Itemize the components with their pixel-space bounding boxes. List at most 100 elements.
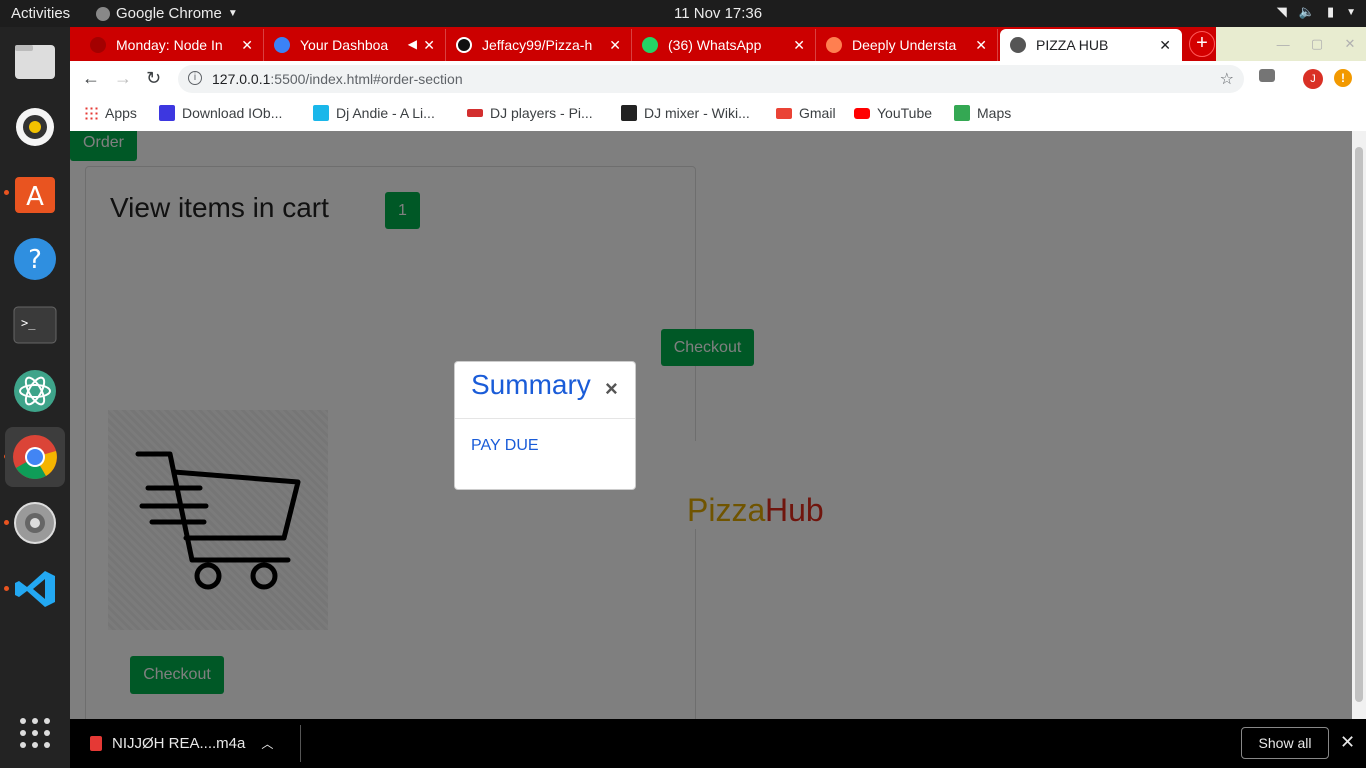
- close-icon[interactable]: ✕: [1159, 37, 1171, 54]
- chevron-down-icon: ▼: [1346, 6, 1356, 18]
- bookmark-label: Download IOb...: [182, 105, 283, 121]
- close-icon[interactable]: ✕: [793, 37, 805, 54]
- show-all-button[interactable]: Show all: [1241, 727, 1329, 759]
- camera-icon[interactable]: [1259, 69, 1275, 82]
- forward-arrow-icon[interactable]: →: [114, 68, 132, 89]
- window-controls: — ▢ ✕: [1216, 27, 1366, 61]
- apps-grid-icon: [84, 106, 98, 120]
- close-icon[interactable]: ×: [605, 376, 618, 402]
- svg-text:A: A: [26, 182, 44, 212]
- tab-github[interactable]: Jeffacy99/Pizza-h ✕: [446, 29, 632, 61]
- tab-dashboard[interactable]: Your Dashboa ◀ ✕: [264, 29, 446, 61]
- dj-icon: [467, 109, 483, 117]
- svg-text:?: ?: [28, 245, 42, 275]
- minimize-icon[interactable]: —: [1277, 37, 1290, 52]
- modal-header: Summary ×: [455, 362, 635, 419]
- pay-due-text: PAY DUE: [471, 437, 539, 454]
- reload-icon[interactable]: ↻: [146, 68, 161, 89]
- bookmark-label: Apps: [105, 105, 137, 121]
- bookmark-label: Maps: [977, 105, 1012, 121]
- tab-title: (36) WhatsApp: [668, 37, 762, 53]
- close-icon[interactable]: ✕: [975, 37, 987, 54]
- browser-toolbar: ← → ↻ i 127.0.0.1:5500/index.html#order-…: [70, 61, 1366, 97]
- address-bar[interactable]: i 127.0.0.1:5500/index.html#order-sectio…: [178, 65, 1244, 93]
- url-text: 127.0.0.1:5500/index.html#order-section: [212, 71, 463, 87]
- profile-avatar[interactable]: J: [1303, 69, 1323, 89]
- show-applications-icon[interactable]: [11, 709, 59, 757]
- vimeo-icon: [313, 105, 329, 121]
- whatsapp-favicon-icon: [642, 37, 658, 53]
- close-icon[interactable]: ✕: [241, 37, 253, 54]
- github-favicon-icon: [456, 37, 472, 53]
- close-icon[interactable]: ✕: [423, 37, 435, 54]
- tab-whatsapp[interactable]: (36) WhatsApp ✕: [632, 29, 816, 61]
- terminal-icon[interactable]: >_: [11, 301, 59, 349]
- tab-deeply[interactable]: Deeply Understa ✕: [816, 29, 998, 61]
- help-icon[interactable]: ?: [11, 235, 59, 283]
- bookmark-label: Gmail: [799, 105, 836, 121]
- bookmark-gmail[interactable]: Gmail: [776, 105, 836, 121]
- atom-icon[interactable]: [11, 367, 59, 415]
- bookmark-label: DJ players - Pi...: [490, 105, 593, 121]
- bookmark-maps[interactable]: Maps: [954, 105, 1011, 121]
- volume-icon: 🔈: [1298, 4, 1315, 19]
- dock: A ? >_: [0, 27, 70, 768]
- tab-strip: Monday: Node In ✕ Your Dashboa ◀ ✕ Jeffa…: [70, 27, 1366, 61]
- bookmark-wiki[interactable]: DJ mixer - Wiki...: [621, 105, 750, 121]
- close-window-icon[interactable]: ✕: [1344, 36, 1355, 52]
- chevron-down-icon: ▼: [227, 8, 238, 19]
- page-scrollbar[interactable]: [1352, 131, 1366, 719]
- gmail-icon: [776, 107, 792, 119]
- tab-monday[interactable]: Monday: Node In ✕: [80, 29, 264, 61]
- close-icon[interactable]: ✕: [1340, 732, 1355, 753]
- tab-title: PIZZA HUB: [1036, 37, 1109, 53]
- files-icon[interactable]: [11, 37, 59, 85]
- bookmark-iobit[interactable]: Download IOb...: [159, 105, 282, 121]
- app-name: Google Chrome: [116, 5, 222, 22]
- deeply-favicon-icon: [826, 37, 842, 53]
- tab-title: Deeply Understa: [852, 37, 957, 53]
- globe-icon: [1010, 37, 1026, 53]
- back-arrow-icon[interactable]: ←: [82, 68, 100, 89]
- running-indicator: [4, 586, 9, 591]
- monday-favicon-icon: [90, 37, 106, 53]
- info-icon[interactable]: i: [188, 71, 202, 85]
- download-item[interactable]: NIJJØH REA....m4a ︿: [90, 735, 273, 752]
- maximize-icon[interactable]: ▢: [1311, 36, 1323, 52]
- activities-button[interactable]: Activities: [11, 5, 70, 22]
- modal-title: Summary: [471, 369, 591, 400]
- tab-pizza-hub[interactable]: PIZZA HUB ✕: [1000, 29, 1182, 61]
- app-menu[interactable]: Google Chrome ▼: [96, 5, 238, 22]
- dashboard-favicon-icon: [274, 37, 290, 53]
- bookmark-label: Dj Andie - A Li...: [336, 105, 435, 121]
- update-alert-icon[interactable]: !: [1334, 69, 1352, 87]
- software-center-icon[interactable]: A: [11, 169, 59, 217]
- wikipedia-icon: [621, 105, 637, 121]
- audio-file-icon: [90, 736, 102, 751]
- chevron-up-icon[interactable]: ︿: [261, 735, 273, 752]
- browser-window: Monday: Node In ✕ Your Dashboa ◀ ✕ Jeffa…: [70, 27, 1366, 131]
- bookmark-youtube[interactable]: YouTube: [854, 105, 932, 121]
- clock[interactable]: 11 Nov 17:36: [674, 5, 762, 22]
- settings-icon[interactable]: [11, 499, 59, 547]
- star-icon[interactable]: ☆: [1220, 69, 1234, 89]
- chrome-icon[interactable]: [5, 427, 65, 487]
- bookmark-apps[interactable]: Apps: [84, 105, 137, 121]
- bookmark-label: DJ mixer - Wiki...: [644, 105, 750, 121]
- scrollbar-thumb[interactable]: [1355, 147, 1363, 702]
- modal-backdrop[interactable]: [70, 131, 1352, 719]
- speaker-icon[interactable]: ◀: [408, 37, 417, 51]
- bookmark-vimeo[interactable]: Dj Andie - A Li...: [313, 105, 435, 121]
- svg-text:>_: >_: [21, 316, 36, 330]
- new-tab-button[interactable]: +: [1189, 31, 1215, 57]
- rhythmbox-icon[interactable]: [11, 103, 59, 151]
- download-bar: NIJJØH REA....m4a ︿ Show all ✕: [70, 719, 1366, 768]
- download-file-name: NIJJØH REA....m4a: [112, 735, 246, 752]
- battery-icon: ▮: [1326, 4, 1335, 19]
- system-tray[interactable]: ◥ 🔈 ▮ ▼: [1277, 4, 1356, 20]
- summary-modal: Summary × PAY DUE: [454, 361, 636, 490]
- close-icon[interactable]: ✕: [609, 37, 621, 54]
- bookmark-dj-players[interactable]: DJ players - Pi...: [467, 105, 593, 121]
- vscode-icon[interactable]: [11, 565, 59, 613]
- system-top-bar: Activities Google Chrome ▼ 11 Nov 17:36 …: [0, 0, 1366, 27]
